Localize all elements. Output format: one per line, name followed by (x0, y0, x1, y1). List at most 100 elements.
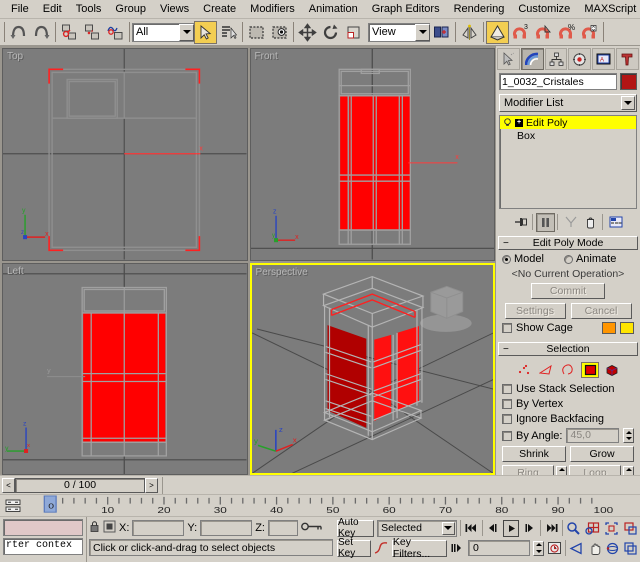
pan-view-button[interactable] (587, 539, 602, 557)
by-vertex-checkbox[interactable] (502, 399, 512, 409)
modifier-list-dropdown[interactable]: Modifier List (499, 94, 637, 112)
previous-frame-button[interactable] (485, 520, 500, 537)
object-color-swatch[interactable] (620, 73, 637, 90)
commit-button[interactable]: Commit (531, 283, 605, 299)
select-by-name-button[interactable] (217, 21, 240, 44)
lock-selection-icon[interactable] (89, 520, 100, 536)
go-to-start-button[interactable] (464, 520, 479, 537)
object-name-input[interactable]: 1_0032_Cristales (499, 73, 617, 90)
grow-button[interactable]: Grow (570, 446, 634, 462)
use-stack-selection-checkbox[interactable] (502, 384, 512, 394)
next-frame-button[interactable] (522, 520, 537, 537)
viewport-left[interactable]: Left (2, 263, 248, 476)
radio-model[interactable] (502, 255, 511, 264)
key-mode-toggle-button[interactable] (450, 540, 465, 557)
by-angle-spinner[interactable] (623, 428, 634, 443)
subobject-vertex-button[interactable] (515, 362, 533, 378)
percent-snap-toggle-button[interactable]: % (555, 21, 578, 44)
stack-item-box[interactable]: Box (500, 129, 636, 142)
auto-key-button[interactable]: Auto Key (337, 520, 374, 537)
ring-spinner[interactable] (556, 466, 567, 476)
play-animation-button[interactable] (503, 520, 518, 537)
absolute-relative-transform-icon[interactable] (103, 520, 116, 536)
z-input[interactable] (268, 520, 298, 536)
snaps-toggle-button[interactable] (486, 21, 509, 44)
menu-item-animation[interactable]: Animation (302, 1, 365, 18)
key-filters-button[interactable]: Key Filters... (392, 540, 447, 557)
ignore-backfacing-checkbox[interactable] (502, 414, 512, 424)
show-cage-checkbox[interactable] (502, 323, 512, 333)
menu-item-modifiers[interactable]: Modifiers (243, 1, 302, 18)
go-to-end-button[interactable] (544, 520, 559, 537)
time-configuration-button[interactable] (547, 540, 562, 557)
command-tab-utilities[interactable] (616, 48, 639, 70)
mirror-button[interactable] (458, 21, 481, 44)
subobject-edge-button[interactable] (537, 362, 555, 378)
snap-3d-toggle-button[interactable]: 3 (509, 21, 532, 44)
light-bulb-icon[interactable] (502, 118, 512, 128)
stack-item-edit-poly[interactable]: + Edit Poly (500, 116, 636, 129)
arc-rotate-button[interactable] (605, 539, 620, 557)
unlink-selection-button[interactable] (81, 21, 104, 44)
spinner-snap-toggle-button[interactable] (578, 21, 601, 44)
ring-button[interactable]: Ring (502, 465, 554, 475)
window-crossing-toggle-button[interactable] (268, 21, 291, 44)
radio-animate[interactable] (564, 255, 573, 264)
x-input[interactable] (132, 520, 184, 536)
menu-item-graph-editors[interactable]: Graph Editors (365, 1, 447, 18)
zoom-button[interactable] (566, 519, 582, 537)
cage-color-swatch-2[interactable] (620, 322, 634, 334)
command-tab-display[interactable]: A (592, 48, 615, 70)
set-key-button[interactable]: Set Key (337, 540, 371, 557)
menu-item-tools[interactable]: Tools (69, 1, 109, 18)
maximize-viewport-button[interactable] (623, 539, 638, 557)
bind-to-space-warp-button[interactable] (104, 21, 127, 44)
loop-spinner[interactable] (623, 466, 634, 476)
rectangular-selection-region-button[interactable] (245, 21, 268, 44)
command-tab-create[interactable] (497, 48, 520, 70)
menu-item-rendering[interactable]: Rendering (447, 1, 512, 18)
viewport-front[interactable]: Front (250, 48, 496, 261)
frame-ruler[interactable]: 0 (26, 495, 640, 516)
menu-item-views[interactable]: Views (153, 1, 196, 18)
make-unique-button[interactable] (561, 213, 580, 232)
subobject-polygon-button[interactable] (581, 362, 599, 378)
chevron-down-icon[interactable] (621, 96, 635, 110)
collapse-minus-icon[interactable]: − (503, 239, 509, 248)
current-frame-input[interactable]: 0 (468, 540, 530, 556)
time-slider-value[interactable]: 0 / 100 (15, 478, 145, 493)
open-mini-curve-editor-button[interactable] (0, 495, 26, 516)
subobject-border-button[interactable] (559, 362, 577, 378)
command-tab-modify[interactable] (521, 48, 544, 70)
shrink-button[interactable]: Shrink (502, 446, 566, 462)
select-and-scale-button[interactable] (342, 21, 365, 44)
show-end-result-button[interactable] (536, 213, 555, 232)
collapse-minus-icon[interactable]: − (503, 345, 509, 354)
menu-item-maxscript[interactable]: MAXScript (577, 1, 640, 18)
rollout-header-edit-poly-mode[interactable]: − Edit Poly Mode (498, 236, 638, 250)
command-tab-motion[interactable] (568, 48, 591, 70)
cancel-button[interactable]: Cancel (571, 303, 632, 319)
angle-snap-toggle-button[interactable] (532, 21, 555, 44)
time-slider-track[interactable] (162, 477, 638, 494)
selection-filter-combo[interactable]: All (132, 23, 194, 42)
rollout-header-selection[interactable]: − Selection (498, 342, 638, 356)
subobject-element-button[interactable] (603, 362, 621, 378)
use-pivot-point-center-button[interactable] (430, 21, 453, 44)
current-frame-spinner[interactable] (533, 541, 544, 556)
expand-plus-icon[interactable]: + (515, 119, 523, 127)
time-slider-prev-button[interactable]: < (2, 478, 15, 493)
y-input[interactable] (200, 520, 252, 536)
settings-button[interactable]: Settings (505, 303, 566, 319)
remove-modifier-button[interactable] (581, 213, 600, 232)
menu-item-customize[interactable]: Customize (511, 1, 577, 18)
selection-set-combo[interactable]: Selected (377, 520, 457, 537)
by-angle-value[interactable]: 45,0 (566, 428, 619, 443)
command-tab-hierarchy[interactable] (545, 48, 568, 70)
select-and-move-button[interactable] (296, 21, 319, 44)
cage-color-swatch-1[interactable] (602, 322, 616, 334)
undo-button[interactable] (7, 21, 30, 44)
by-angle-checkbox[interactable] (502, 431, 512, 441)
zoom-extents-button[interactable] (603, 519, 619, 537)
field-of-view-button[interactable] (569, 539, 584, 557)
